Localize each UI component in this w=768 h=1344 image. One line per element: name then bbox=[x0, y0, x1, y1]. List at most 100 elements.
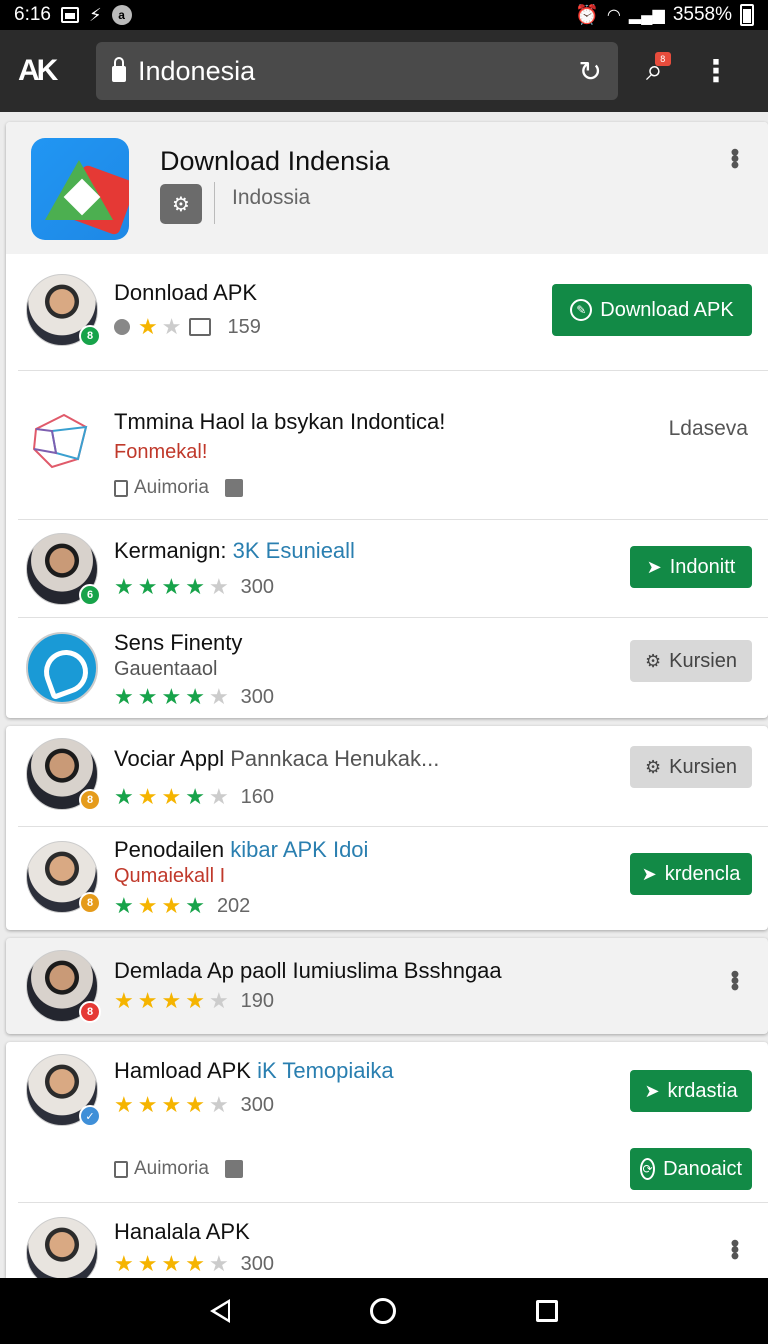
screenshot-notification-icon bbox=[60, 7, 79, 23]
list-item[interactable]: Tmmina Haol la bsykan Indontica! Fonmeka… bbox=[6, 371, 768, 519]
rating-count: 300 bbox=[240, 1093, 275, 1116]
rating-count: 300 bbox=[240, 685, 275, 708]
button-label: Indonitt bbox=[669, 555, 736, 578]
wifi-icon: ◠ bbox=[606, 7, 621, 24]
list-item[interactable]: Sens Finenty Gauentaaol ★ ★ ★ ★ ★ 300 ⚙ Kurs… bbox=[6, 618, 768, 718]
promo-text: Fonmekal! bbox=[114, 441, 208, 463]
url-bar[interactable]: Indonesia ↻ bbox=[96, 42, 618, 100]
download-icon: ⟳ bbox=[640, 1158, 656, 1180]
app-subtitle: Gauentaaol bbox=[114, 658, 218, 680]
button-label: krdencla bbox=[664, 862, 741, 885]
header-more-icon[interactable]: ••• bbox=[720, 148, 748, 167]
download-button[interactable]: ⟳ Danoaict bbox=[630, 1148, 752, 1190]
page-title: Download Indensia bbox=[160, 146, 390, 176]
avatar: 6 bbox=[26, 533, 101, 606]
app-name: Vociar Appl Pannkaca Henukak... bbox=[114, 746, 440, 771]
list-item[interactable]: 8 Donnload APK ★ ★ 159 ✎ Download APK bbox=[6, 254, 768, 370]
download-icon: ✎ bbox=[570, 299, 593, 321]
list-item[interactable]: Hanalala APK ★ ★ ★ ★ ★ 300 ••• bbox=[6, 1203, 768, 1278]
install-button[interactable]: ➤ Indonitt bbox=[630, 546, 752, 588]
alarm-icon: ⏰ bbox=[575, 5, 599, 26]
tag-icon bbox=[114, 1160, 128, 1178]
send-icon: ➤ bbox=[646, 556, 662, 577]
app-list-card: 8 Demlada Ap paoll Iumiuslima Bsshngaa ★… bbox=[6, 938, 768, 1034]
avatar-badge: 8 bbox=[79, 789, 101, 811]
app-name: Kermanign: 3K Esunieall bbox=[114, 538, 355, 563]
avatar: 8 bbox=[26, 950, 101, 1023]
send-icon: ➤ bbox=[644, 1080, 660, 1101]
settings-icon[interactable]: ⚙ bbox=[160, 184, 202, 224]
kursien-button[interactable]: ⚙ Kursien bbox=[630, 746, 752, 788]
bag-icon bbox=[224, 1160, 243, 1178]
status-time: 6:16 bbox=[14, 4, 51, 25]
tag-label: Auimoria bbox=[134, 477, 209, 498]
avatar: 8 bbox=[26, 841, 101, 914]
rating: ★ ★ ★ ★ ★ 190 bbox=[114, 988, 275, 1013]
button-label: krdastia bbox=[667, 1079, 738, 1102]
recent-apps-icon[interactable] bbox=[536, 1300, 558, 1322]
url-text: Indonesia bbox=[138, 55, 256, 86]
tag-label: Auimoria bbox=[134, 1158, 209, 1179]
status-bar: 6:16 ⚡ a ⏰ ◠ ▂▄▆ 3558% bbox=[0, 0, 768, 30]
notification-badge: 8 bbox=[654, 52, 671, 66]
avatar-badge: 8 bbox=[79, 1001, 101, 1023]
screenshots-icon bbox=[189, 318, 212, 336]
info-icon bbox=[114, 319, 130, 335]
avatar-badge: 6 bbox=[79, 584, 101, 606]
app-name: Sens Finenty bbox=[114, 630, 243, 655]
rating: ★ ★ ★ ★ ★ 300 bbox=[114, 684, 275, 709]
more-options-icon[interactable]: ••• bbox=[720, 1239, 748, 1258]
gear-icon: ⚙ bbox=[645, 756, 662, 777]
home-icon[interactable] bbox=[370, 1298, 396, 1324]
button-label: Kursien bbox=[669, 755, 737, 778]
avatar bbox=[26, 1217, 98, 1278]
download-button[interactable]: ➤ krdencla bbox=[630, 853, 752, 895]
app-list-card: 8 Vociar Appl Pannkaca Henukak... ★ ★ ★ ★ ★ … bbox=[6, 726, 768, 930]
avatar: ✓ bbox=[26, 1054, 101, 1127]
avatar: 8 bbox=[26, 738, 101, 811]
rating-count: 300 bbox=[240, 575, 275, 598]
star-icon: ★ bbox=[161, 314, 182, 339]
avatar: 8 bbox=[26, 274, 101, 347]
bag-icon bbox=[224, 479, 243, 497]
list-item[interactable]: 6 Kermanign: 3K Esunieall ★ ★ ★ ★ ★ 300 ➤ In… bbox=[6, 520, 768, 617]
button-label: Danoaict bbox=[663, 1157, 742, 1180]
star-icon: ★ bbox=[138, 314, 158, 339]
app-notification-icon: a bbox=[111, 5, 132, 25]
category-tag: Auimoria bbox=[114, 477, 243, 499]
promo-text: Qumaiekall I bbox=[114, 865, 226, 887]
search-notification-icon[interactable]: ⌕ 8 bbox=[646, 52, 671, 88]
app-name-accent: 3K Esunieall bbox=[232, 538, 355, 563]
list-item[interactable]: ✓ Hamload APK iK Temopiaika ★ ★ ★ ★ ★ 300 ➤ … bbox=[6, 1042, 768, 1202]
more-options-icon[interactable]: ••• bbox=[720, 970, 748, 989]
rating-count: 300 bbox=[240, 1252, 275, 1275]
lock-icon bbox=[112, 57, 126, 82]
verified-badge: ✓ bbox=[79, 1105, 101, 1127]
divider bbox=[214, 182, 215, 224]
list-item[interactable]: 8 Penodailen kibar APK Idoi Qumaiekall I… bbox=[6, 827, 768, 930]
kursien-button[interactable]: ⚙ Kursien bbox=[630, 640, 752, 682]
avatar-badge: 8 bbox=[79, 892, 101, 914]
side-label[interactable]: Ldaseva bbox=[669, 417, 748, 441]
rating-count: 202 bbox=[216, 894, 251, 917]
app-name: Penodailen kibar APK Idoi bbox=[114, 837, 369, 862]
app-list-card: ✓ Hamload APK iK Temopiaika ★ ★ ★ ★ ★ 300 ➤ … bbox=[6, 1042, 768, 1278]
reload-icon[interactable]: ↻ bbox=[579, 55, 602, 88]
back-icon[interactable] bbox=[210, 1299, 230, 1323]
list-item[interactable]: 8 Demlada Ap paoll Iumiuslima Bsshngaa ★… bbox=[6, 938, 768, 1034]
install-button[interactable]: ➤ krdastia bbox=[630, 1070, 752, 1112]
browser-logo[interactable]: AK bbox=[18, 54, 78, 88]
app-logo-icon[interactable] bbox=[31, 138, 129, 240]
app-name: Hanalala APK bbox=[114, 1219, 250, 1244]
app-name: Demlada Ap paoll Iumiuslima Bsshngaa bbox=[114, 958, 502, 983]
browser-toolbar: AK Indonesia ↻ ⌕ 8 ⋮ bbox=[0, 30, 768, 112]
overflow-menu-icon[interactable]: ⋮ bbox=[701, 54, 731, 89]
list-item[interactable]: 8 Vociar Appl Pannkaca Henukak... ★ ★ ★ ★ ★ … bbox=[6, 726, 768, 826]
send-icon: ➤ bbox=[641, 863, 657, 884]
signal-icon: ▂▄▆ bbox=[628, 7, 665, 24]
download-apk-button[interactable]: ✎ Download APK bbox=[552, 284, 752, 336]
app-name-accent: iK Temopiaika bbox=[257, 1058, 394, 1083]
rating: ★ ★ 159 bbox=[114, 314, 261, 340]
category-tag: Auimoria bbox=[114, 1158, 243, 1180]
app-name: Donnload APK bbox=[114, 280, 258, 305]
